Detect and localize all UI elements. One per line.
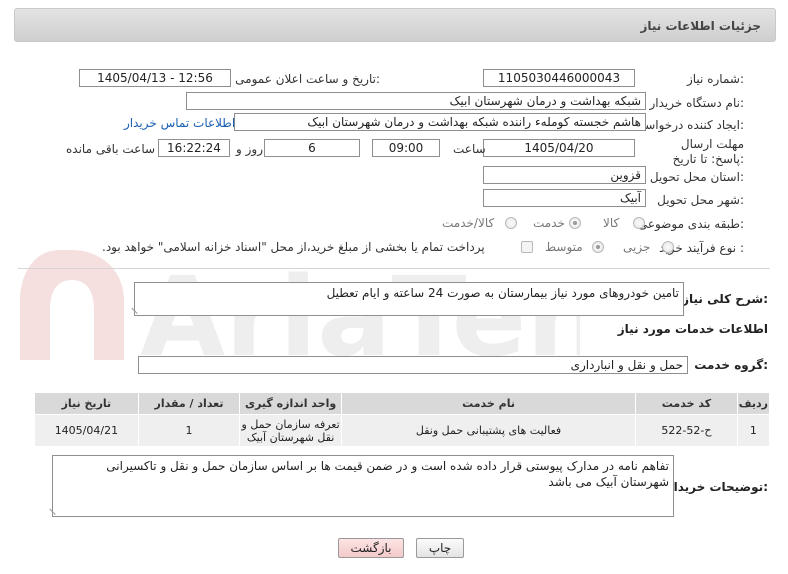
summary-label: شرح کلی نیاز: (682, 292, 768, 306)
cell-row-number: 1 (736, 414, 771, 447)
category-radio-goods[interactable] (633, 217, 645, 229)
cell-service-code: ح-52-522 (635, 414, 738, 447)
page-title: جزئیات اطلاعات نیاز (640, 19, 761, 33)
purchase-type-option-medium: متوسط (545, 240, 583, 254)
treasury-checkbox[interactable] (521, 241, 533, 253)
category-radio-service[interactable] (569, 217, 581, 229)
table-header-row: ردیف کد خدمت نام خدمت واحد اندازه گیری ت… (34, 392, 771, 415)
category-option-goods: کالا (603, 216, 620, 230)
announce-field[interactable]: 1405/04/13 - 12:56 (79, 69, 231, 87)
buyer-notes-textarea[interactable]: تفاهم نامه در مدارک پیوستی قرار داده شده… (49, 455, 674, 517)
requester-field[interactable]: هاشم خجسته کوملهء راننده شبکه بهداشت و د… (234, 113, 646, 131)
remaining-time-field[interactable]: 16:22:24 (158, 139, 230, 157)
payment-note: پرداخت تمام یا بخشی از مبلغ خرید،از محل … (102, 240, 485, 254)
buyer-org-label: نام دستگاه خریدار: (649, 96, 745, 110)
days-remaining-field[interactable]: 6 (264, 139, 360, 157)
buyer-notes-text: تفاهم نامه در مدارک پیوستی قرار داده شده… (106, 459, 669, 489)
services-table: ردیف کد خدمت نام خدمت واحد اندازه گیری ت… (34, 392, 771, 447)
print-button[interactable]: چاپ (416, 538, 464, 558)
days-label: روز و (236, 142, 263, 156)
col-header-service-code: کد خدمت (635, 392, 738, 415)
purchase-type-radio-minor[interactable] (662, 241, 674, 253)
requester-label: ایجاد کننده درخواست: (633, 118, 744, 132)
city-field[interactable]: آبیک (483, 189, 646, 207)
deadline-label: مهلت ارسال پاسخ: تا تاریخ: (672, 137, 744, 166)
category-option-service: خدمت (533, 216, 565, 230)
need-number-label: شماره نیاز: (686, 72, 744, 86)
province-field[interactable]: قزوین (483, 166, 646, 184)
deadline-date-field[interactable]: 1405/04/20 (483, 139, 635, 157)
need-number-field[interactable]: 1105030446000043 (483, 69, 635, 87)
category-label: طبقه بندی موضوعی: (637, 217, 744, 231)
category-radio-goods-service[interactable] (505, 217, 517, 229)
header-bar: جزئیات اطلاعات نیاز (14, 8, 776, 42)
col-header-need-date: تاریخ نیاز (34, 392, 139, 415)
announce-label: تاریخ و ساعت اعلان عمومی: (235, 72, 380, 86)
table-row[interactable]: 1 ح-52-522 فعالیت های پشتیبانی حمل ونقل … (34, 414, 771, 447)
time-label: ساعت (453, 142, 486, 156)
section-divider (18, 268, 770, 269)
resize-handle[interactable] (49, 503, 61, 515)
service-group-field[interactable]: حمل و نقل و انبارداری (138, 356, 688, 374)
cell-service-name: فعالیت های پشتیبانی حمل ونقل (340, 414, 637, 447)
col-header-row-number: ردیف (736, 392, 771, 415)
deadline-time-field[interactable]: 09:00 (372, 139, 440, 157)
services-section-title: اطلاعات خدمات مورد نیاز (617, 322, 768, 336)
remaining-label: ساعت باقی مانده (66, 142, 156, 156)
service-group-label: گروه خدمت: (694, 358, 768, 372)
col-header-unit: واحد اندازه گیری (239, 392, 342, 415)
col-header-quantity: تعداد / مقدار (137, 392, 241, 415)
city-label: شهر محل تحویل: (657, 193, 744, 207)
summary-text: تامین خودروهای مورد نیاز بیمارستان به صو… (326, 286, 679, 300)
buyer-org-field[interactable]: شبکه بهداشت و درمان شهرستان ابیک (186, 92, 646, 110)
purchase-type-radio-medium[interactable] (592, 241, 604, 253)
province-label: استان محل تحویل: (649, 170, 744, 184)
contact-info-link[interactable]: اطلاعات تماس خریدار (124, 116, 235, 130)
purchase-type-option-minor: جزیی (623, 240, 651, 254)
buyer-notes-label: توضیحات خریدار: (666, 480, 768, 494)
cell-unit: تعرفه سازمان حمل و نقل شهرستان آبیک (239, 414, 342, 447)
cell-need-date: 1405/04/21 (34, 414, 139, 447)
summary-textarea[interactable]: تامین خودروهای مورد نیاز بیمارستان به صو… (131, 282, 684, 316)
resize-handle[interactable] (131, 302, 143, 314)
category-option-goods-service: کالا/خدمت (442, 216, 495, 230)
cell-quantity: 1 (137, 414, 241, 447)
col-header-service-name: نام خدمت (340, 392, 637, 415)
back-button[interactable]: بازگشت (338, 538, 404, 558)
